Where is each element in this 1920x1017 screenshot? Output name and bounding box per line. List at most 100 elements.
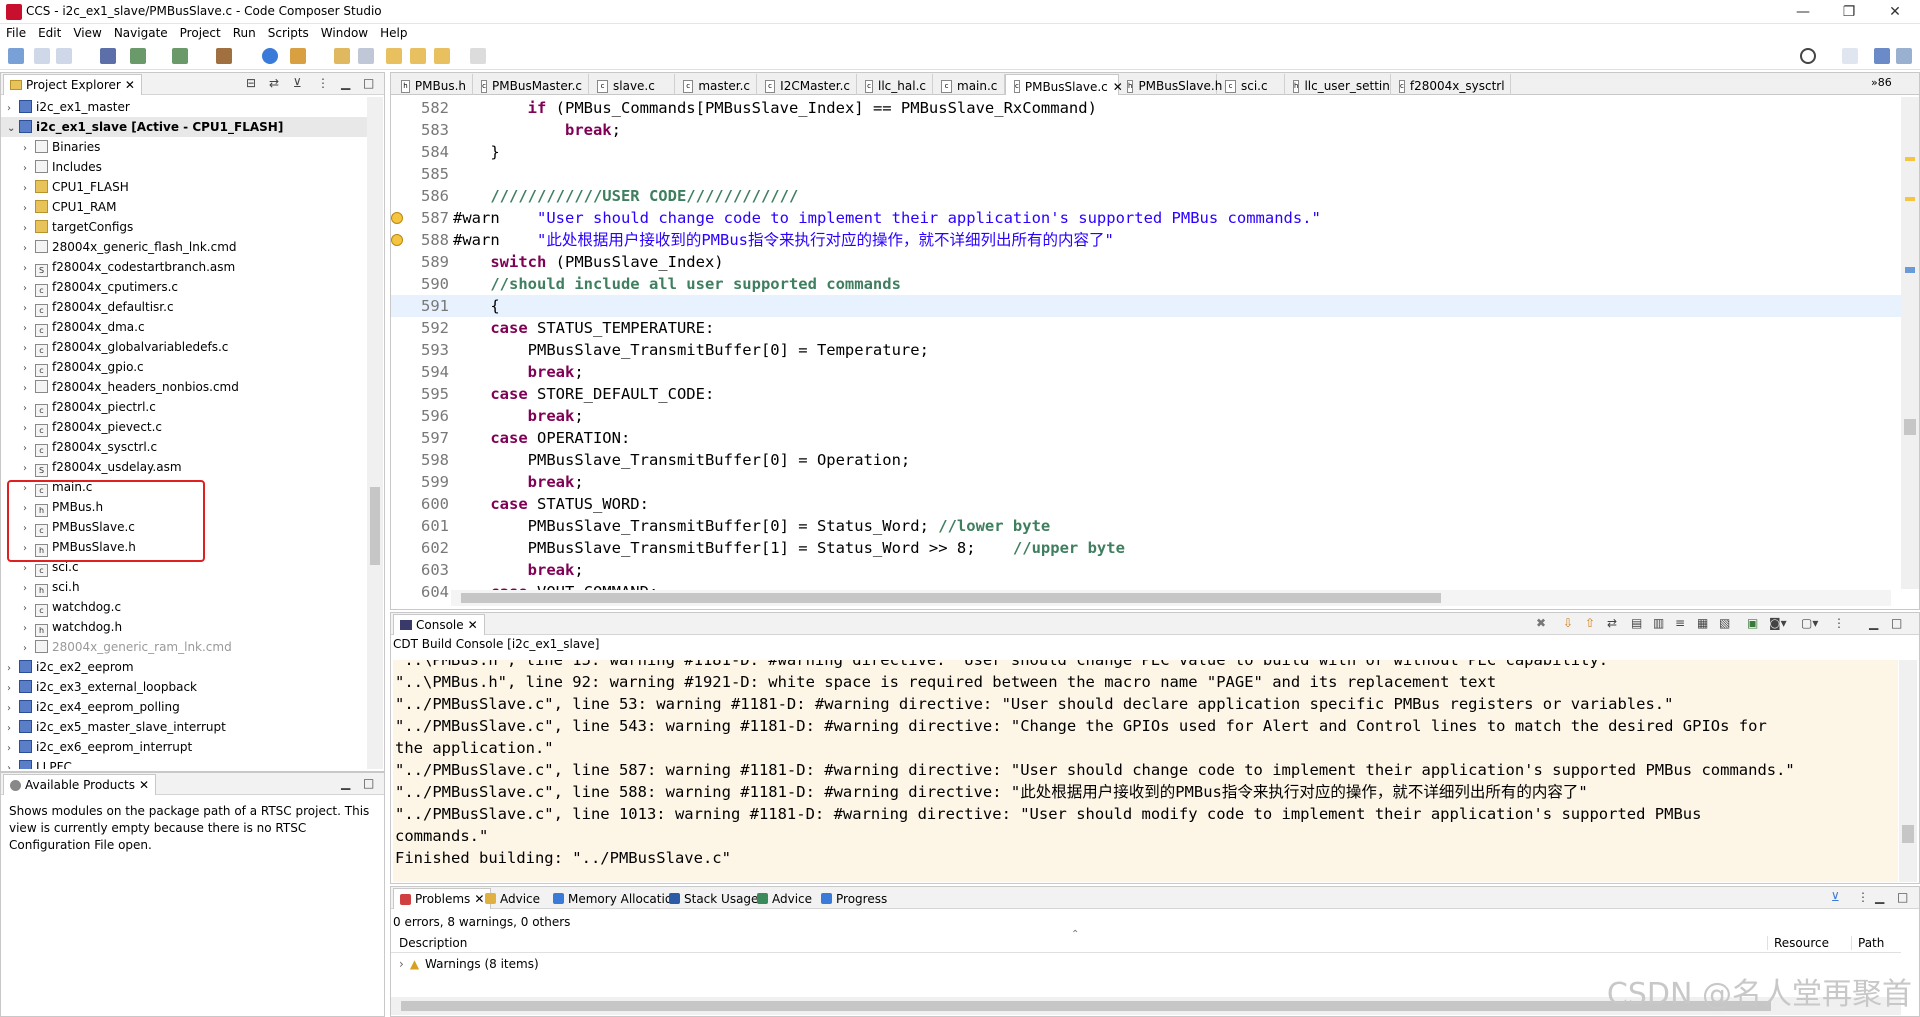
tree-item[interactable]: › c f28004x_dma.c xyxy=(1,317,367,337)
tree-item[interactable]: › Sf28004x_usdelay.asm xyxy=(1,457,367,477)
tree-item[interactable]: › i2c_ex5_master_slave_interrupt xyxy=(1,717,367,737)
code-area[interactable]: 582 if (PMBus_Commands[PMBusSlave_Index]… xyxy=(391,97,1901,601)
editor-tab[interactable]: h PMBus.h xyxy=(393,74,473,95)
debug-settings-icon[interactable] xyxy=(130,48,146,64)
annotation-icon[interactable] xyxy=(334,48,350,64)
expand-arrow-icon[interactable]: › xyxy=(399,957,404,971)
chevron-right-icon[interactable]: › xyxy=(23,319,35,339)
console-tab[interactable]: Console ✕ xyxy=(393,614,485,635)
column-description[interactable]: Description xyxy=(399,936,467,950)
chevron-right-icon[interactable]: › xyxy=(23,559,35,579)
maximize-button[interactable]: ❐ xyxy=(1826,0,1872,24)
close-icon[interactable]: ✕ xyxy=(468,618,478,632)
chevron-right-icon[interactable]: › xyxy=(7,739,19,759)
chevron-right-icon[interactable]: › xyxy=(23,279,35,299)
ccs-debug-perspective-icon[interactable] xyxy=(1896,48,1912,64)
menu-view[interactable]: View xyxy=(67,24,107,42)
editor-tab[interactable]: c PMBusMaster.c xyxy=(473,74,589,95)
maximize-view-icon[interactable]: □ xyxy=(1897,890,1908,904)
console-scrollbar[interactable] xyxy=(1899,660,1917,882)
tree-item[interactable]: › CPU1_FLASH xyxy=(1,177,367,197)
open-console-icon[interactable]: ◙▾ xyxy=(1769,616,1787,630)
project-explorer-tab[interactable]: Project Explorer ✕ xyxy=(3,74,142,95)
chevron-right-icon[interactable]: › xyxy=(23,299,35,319)
chevron-right-icon[interactable]: › xyxy=(23,439,35,459)
tree-item[interactable]: › LLPFC xyxy=(1,757,367,769)
menu-edit[interactable]: Edit xyxy=(32,24,67,42)
tree-item[interactable]: › c f28004x_sysctrl.c xyxy=(1,437,367,457)
close-button[interactable]: ✕ xyxy=(1872,0,1918,24)
editor-tab[interactable]: c slave.c xyxy=(589,74,675,95)
editor-vscroll-thumb[interactable] xyxy=(1904,419,1916,435)
chevron-right-icon[interactable]: › xyxy=(23,399,35,419)
chevron-right-icon[interactable]: › xyxy=(7,719,19,739)
chevron-right-icon[interactable]: › xyxy=(7,679,19,699)
copy-build-log-icon[interactable]: ▤ xyxy=(1631,616,1642,630)
minimize-button[interactable]: — xyxy=(1780,0,1826,24)
menu-help[interactable]: Help xyxy=(374,24,413,42)
tree-item[interactable]: › CPU1_RAM xyxy=(1,197,367,217)
view-menu-icon[interactable]: ⋮ xyxy=(1857,890,1869,904)
tree-item[interactable]: › i2c_ex1_master xyxy=(1,97,367,117)
toggle-icon[interactable] xyxy=(358,48,374,64)
maximize-view-icon[interactable]: □ xyxy=(363,776,374,790)
editor-tab[interactable]: c main.c xyxy=(933,74,1005,95)
chevron-right-icon[interactable]: › xyxy=(23,359,35,379)
minimize-view-icon[interactable]: ▁ xyxy=(1875,890,1884,904)
tree-item[interactable]: › c f28004x_defaultisr.c xyxy=(1,297,367,317)
link-icon[interactable]: ⇄ xyxy=(1607,616,1617,630)
pin-console-icon[interactable]: ▧ xyxy=(1719,616,1730,630)
chevron-right-icon[interactable]: › xyxy=(23,419,35,439)
ccs-edit-perspective-icon[interactable] xyxy=(1874,48,1890,64)
chevron-right-icon[interactable]: › xyxy=(23,619,35,639)
view-menu-icon[interactable]: ⋮ xyxy=(1833,616,1845,630)
tree-item[interactable]: › i2c_ex4_eeprom_polling xyxy=(1,697,367,717)
tree-item[interactable]: › Sf28004x_codestartbranch.asm xyxy=(1,257,367,277)
chevron-right-icon[interactable]: › xyxy=(23,459,35,479)
editor-tabs-overflow[interactable]: »86 xyxy=(1871,76,1892,89)
maximize-view-icon[interactable]: □ xyxy=(1891,616,1902,630)
chevron-right-icon[interactable]: › xyxy=(7,659,19,679)
tree-item[interactable]: › c f28004x_globalvariabledefs.c xyxy=(1,337,367,357)
problems-tab[interactable]: Advice xyxy=(751,888,818,909)
minimize-view-icon[interactable]: ▁ xyxy=(341,76,350,90)
view-menu-icon[interactable]: ⋮ xyxy=(317,76,329,90)
chevron-right-icon[interactable]: › xyxy=(23,259,35,279)
link-editor-icon[interactable]: ⇄ xyxy=(269,76,279,90)
chevron-right-icon[interactable]: › xyxy=(7,699,19,719)
editor-tab[interactable]: h PMBusSlave.h xyxy=(1119,74,1222,95)
editor-tab[interactable]: c f28004x_sysctrl xyxy=(1391,74,1511,95)
menu-run[interactable]: Run xyxy=(227,24,262,42)
build-icon[interactable] xyxy=(216,48,232,64)
problems-hscroll-thumb[interactable] xyxy=(401,1001,1771,1011)
tree-item[interactable]: › i2c_ex3_external_loopback xyxy=(1,677,367,697)
menu-scripts[interactable]: Scripts xyxy=(262,24,315,42)
chevron-right-icon[interactable]: › xyxy=(23,599,35,619)
search-icon[interactable] xyxy=(262,48,278,64)
scroll-lock-icon[interactable]: ▥ xyxy=(1653,616,1664,630)
chevron-down-icon[interactable]: ⌄ xyxy=(7,119,19,139)
editor-vertical-scrollbar[interactable] xyxy=(1901,97,1919,589)
minimize-view-icon[interactable]: ▁ xyxy=(1869,616,1878,630)
editor-tab[interactable]: c master.c xyxy=(675,74,757,95)
editor-horizontal-scrollbar[interactable] xyxy=(451,590,1891,606)
tree-item[interactable]: › c f28004x_gpio.c xyxy=(1,357,367,377)
column-resource[interactable]: Resource xyxy=(1767,936,1829,950)
tree-item[interactable]: › 28004x_generic_flash_lnk.cmd xyxy=(1,237,367,257)
editor-tab[interactable]: c llc_hal.c xyxy=(857,74,933,95)
back-icon[interactable] xyxy=(434,48,450,64)
word-wrap-icon[interactable]: ≡ xyxy=(1675,616,1685,630)
chevron-right-icon[interactable]: › xyxy=(23,339,35,359)
warnings-row[interactable]: › ▲ Warnings (8 items) xyxy=(399,957,539,971)
problems-tab[interactable]: Advice xyxy=(479,888,546,909)
tree-item[interactable]: › 28004x_generic_ram_lnk.cmd xyxy=(1,637,367,657)
tree-item[interactable]: › f28004x_headers_nonbios.cmd xyxy=(1,377,367,397)
filter-icon[interactable]: ⊻ xyxy=(293,76,302,90)
tree-scrollbar[interactable] xyxy=(367,97,383,769)
menu-file[interactable]: File xyxy=(0,24,32,42)
problems-tab[interactable]: Progress xyxy=(815,888,893,909)
tree-item[interactable]: › Includes xyxy=(1,157,367,177)
forward-edit-icon[interactable] xyxy=(410,48,426,64)
display-selected-console-icon[interactable]: ▣ xyxy=(1747,616,1758,630)
tree-scrollbar-thumb[interactable] xyxy=(370,487,380,565)
